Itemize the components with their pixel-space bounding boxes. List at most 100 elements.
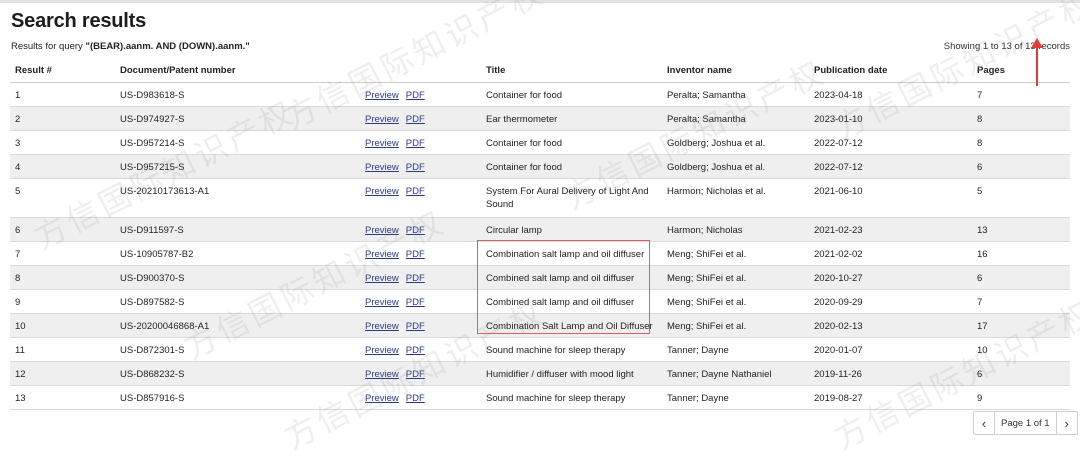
col-header-document[interactable]: Document/Patent number [115, 59, 360, 83]
document-number: US-D897582-S [120, 297, 185, 308]
patent-title: Combined salt lamp and oil diffuser [486, 273, 635, 284]
preview-link[interactable]: Preview [365, 344, 399, 357]
page-count: 9 [977, 393, 983, 404]
preview-link[interactable]: Preview [365, 224, 399, 237]
table-row: 10 US-20200046868-A1 Preview PDF Combinat… [10, 313, 1070, 338]
patent-title: Container for food [486, 90, 563, 101]
pdf-link[interactable]: PDF [406, 248, 425, 261]
document-number: US-20210173613-A1 [120, 186, 210, 197]
preview-link[interactable]: Preview [365, 89, 399, 102]
patent-title: Combined salt lamp and oil diffuser [486, 297, 635, 308]
inventor-name: Meng; ShiFei et al. [667, 249, 747, 260]
col-header-pages[interactable]: Pages [972, 59, 1070, 83]
pdf-link[interactable]: PDF [406, 392, 425, 405]
top-divider [0, 0, 1080, 3]
col-header-title[interactable]: Title [481, 59, 662, 83]
preview-link[interactable]: Preview [365, 161, 399, 174]
document-number: US-D957214-S [120, 138, 185, 149]
inventor-name: Harmon; Nicholas et al. [667, 186, 766, 197]
chevron-left-icon: ‹ [981, 415, 987, 431]
publication-date: 2021-06-10 [814, 186, 863, 197]
preview-link[interactable]: Preview [365, 248, 399, 261]
document-number: US-D872301-S [120, 345, 185, 356]
result-number: 5 [15, 186, 21, 197]
patent-title: Combination salt lamp and oil diffuser [486, 249, 645, 260]
preview-link[interactable]: Preview [365, 392, 399, 405]
result-number: 1 [15, 90, 21, 101]
publication-date: 2020-10-27 [814, 273, 863, 284]
document-number: US-D957215-S [120, 162, 185, 173]
inventor-name: Goldberg; Joshua et al. [667, 138, 766, 149]
pdf-link[interactable]: PDF [406, 272, 425, 285]
query-value: "(BEAR).aanm. AND (DOWN).aanm." [85, 41, 250, 52]
preview-link[interactable]: Preview [365, 137, 399, 150]
result-number: 9 [15, 297, 21, 308]
table-row: 2 US-D974927-S Preview PDF Ear thermomete… [10, 106, 1070, 131]
pdf-link[interactable]: PDF [406, 113, 425, 126]
pdf-link[interactable]: PDF [406, 89, 425, 102]
pdf-link[interactable]: PDF [406, 161, 425, 174]
inventor-name: Goldberg; Joshua et al. [667, 162, 766, 173]
pagination: ‹ Page 1 of 1 › [973, 411, 1078, 435]
table-row: 3 US-D957214-S Preview PDF Container for … [10, 130, 1070, 155]
chevron-right-icon: › [1064, 415, 1069, 431]
inventor-name: Harmon; Nicholas [667, 225, 743, 236]
preview-link[interactable]: Preview [365, 320, 399, 333]
document-number: US-10905787-B2 [120, 249, 194, 260]
inventor-name: Tanner; Dayne Nathaniel [667, 369, 772, 380]
table-header-row: Result # Document/Patent number Title In… [10, 59, 1070, 83]
document-number: US-20200046868-A1 [120, 321, 210, 332]
result-number: 3 [15, 138, 21, 149]
publication-date: 2020-09-29 [814, 297, 863, 308]
publication-date: 2020-02-13 [814, 321, 863, 332]
table-row: 12 US-D868232-S Preview PDF Humidifier / … [10, 361, 1070, 386]
page-count: 16 [977, 249, 988, 260]
query-prefix: Results for query [11, 41, 86, 52]
page-title: Search results [11, 10, 147, 32]
document-number: US-D911597-S [120, 225, 184, 236]
page-count: 5 [977, 186, 983, 197]
result-number: 10 [15, 321, 26, 332]
page-count: 8 [977, 114, 983, 125]
page-count: 8 [977, 138, 983, 149]
result-number: 11 [15, 345, 25, 356]
table-row: 4 US-D957215-S Preview PDF Container for … [10, 154, 1070, 179]
page-count: 6 [977, 369, 983, 380]
prev-page-button[interactable]: ‹ [974, 412, 995, 434]
inventor-name: Meng; ShiFei et al. [667, 273, 747, 284]
col-header-result[interactable]: Result # [10, 59, 115, 83]
table-row: 7 US-10905787-B2 Preview PDF Combination … [10, 241, 1070, 266]
col-header-pubdate[interactable]: Publication date [809, 59, 972, 83]
preview-link[interactable]: Preview [365, 296, 399, 309]
publication-date: 2023-04-18 [814, 90, 863, 101]
preview-link[interactable]: Preview [365, 368, 399, 381]
pdf-link[interactable]: PDF [406, 368, 425, 381]
publication-date: 2020-01-07 [814, 345, 863, 356]
result-number: 8 [15, 273, 21, 284]
result-number: 6 [15, 225, 21, 236]
result-number: 2 [15, 114, 21, 125]
annotation-arrow [1031, 38, 1043, 86]
preview-link[interactable]: Preview [365, 272, 399, 285]
pdf-link[interactable]: PDF [406, 296, 425, 309]
patent-title: Combination Salt Lamp and Oil Diffuser [486, 321, 653, 332]
results-table: Result # Document/Patent number Title In… [10, 59, 1070, 410]
pdf-link[interactable]: PDF [406, 320, 425, 333]
publication-date: 2019-08-27 [814, 393, 863, 404]
preview-link[interactable]: Preview [365, 113, 399, 126]
patent-title: Ear thermometer [486, 114, 558, 125]
preview-link[interactable]: Preview [365, 185, 399, 198]
inventor-name: Meng; ShiFei et al. [667, 297, 747, 308]
page-count: 17 [977, 321, 988, 332]
table-row: 9 US-D897582-S Preview PDF Combined salt … [10, 289, 1070, 314]
pdf-link[interactable]: PDF [406, 185, 425, 198]
next-page-button[interactable]: › [1055, 412, 1077, 434]
pdf-link[interactable]: PDF [406, 224, 425, 237]
table-row: 6 US-D911597-S Preview PDF Circular lamp … [10, 217, 1070, 242]
col-header-inventor[interactable]: Inventor name [662, 59, 809, 83]
document-number: US-D983618-S [120, 90, 185, 101]
page-count: 7 [977, 297, 983, 308]
pdf-link[interactable]: PDF [406, 137, 425, 150]
record-count: Showing 1 to 13 of 13 records [943, 41, 1070, 52]
pdf-link[interactable]: PDF [406, 344, 425, 357]
